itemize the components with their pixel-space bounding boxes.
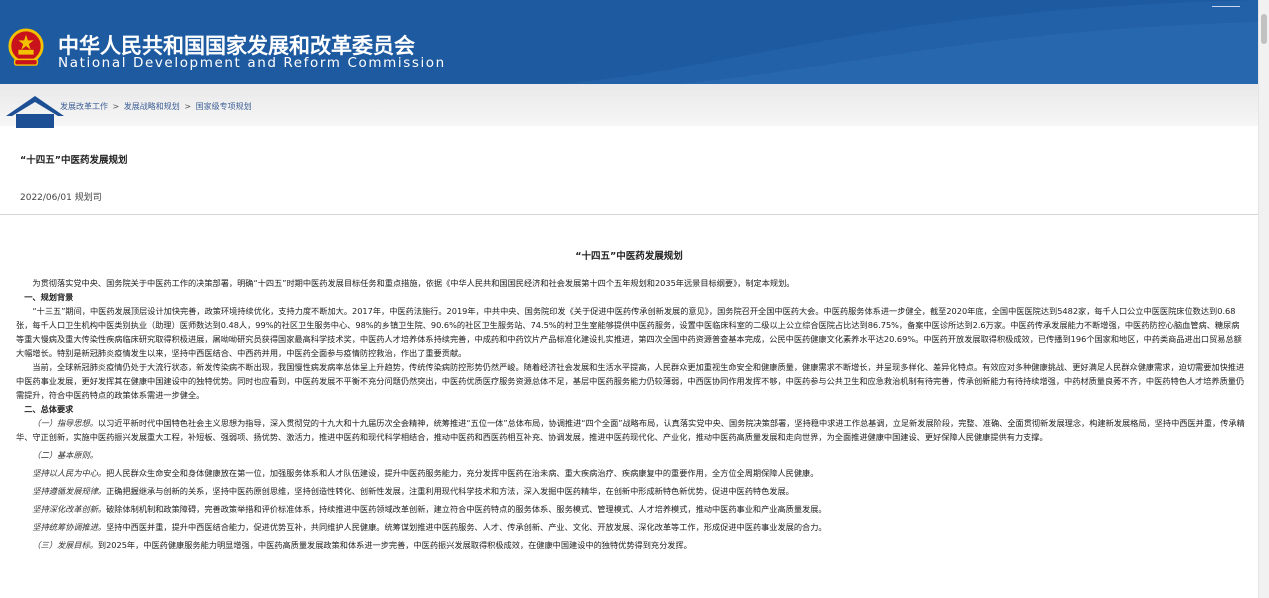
header-wave-decoration [558,0,1258,84]
paragraph-text: 破除体制机制和政策障碍，完善政策举措和评价标准体系，持续推进中医药领域改革创新，… [106,504,827,514]
paragraph-coordination: 坚持统筹协调推进。坚持中西医并重，提升中西医结合能力，促进优势互补，共同维护人民… [16,520,1246,534]
paragraph-text: 以习近平新时代中国特色社会主义思想为指导，深入贯彻党的十九大和十九届历次全会精神… [16,418,1245,442]
site-title-english[interactable]: National Development and Reform Commissi… [58,55,446,71]
paragraph-development-goals: （三）发展目标。到2025年，中医药健康服务能力明显增强，中医药高质量发展政策和… [16,538,1246,552]
paragraph-text: 正确把握继承与创新的关系，坚持中医药原创思维，坚持创造性转化、创新性发展，注重利… [106,486,794,496]
site-header: 中华人民共和国国家发展和改革委员会 National Development a… [0,0,1258,84]
breadcrumb-item-development-reform-work[interactable]: 发展改革工作 [60,102,108,111]
paragraph-preamble: 为贯彻落实党中央、国务院关于中医药工作的决策部署，明确“十四五”时期中医药发展目… [32,278,795,288]
paragraph-13th-five-year: “十三五”期间，中医药发展顶层设计加快完善，政策环境持续优化，支持力度不断加大。… [16,306,1242,358]
national-emblem-icon[interactable] [7,27,45,67]
article-divider [0,214,1258,215]
paragraph-text: 坚持中西医并重，提升中西医结合能力，促进优势互补，共同维护人民健康。统筹谋划推进… [106,522,827,532]
paragraph-development-laws: 坚持遵循发展规律。正确把握继承与创新的关系，坚持中医药原创思维，坚持创造性转化、… [16,484,1246,498]
paragraph-lead: （二）基本原则。 [32,450,98,460]
paragraph-text: 到2025年，中医药健康服务能力明显增强，中医药高质量发展政策和体系进一步完善，… [97,540,692,550]
paragraph-guiding-ideology: （一）指导思想。以习近平新时代中国特色社会主义思想为指导，深入贯彻党的十九大和十… [16,416,1246,444]
home-icon[interactable] [2,88,68,130]
paragraph-lead: 坚持遵循发展规律。 [32,486,107,496]
breadcrumb-item-national-special-plans[interactable]: 国家级专项规划 [196,102,252,111]
document-body: 为贯彻落实党中央、国务院关于中医药工作的决策部署，明确“十四五”时期中医药发展目… [16,276,1246,552]
paragraph-current-situation: 当前，全球新冠肺炎疫情仍处于大流行状态，新发传染病不断出现，我国慢性病发病率总体… [16,362,1245,400]
article-date: 2022/06/01 [20,193,72,203]
document-title: “十四五”中医药发展规划 [575,251,683,262]
breadcrumb: 发展改革工作 > 发展战略和规划 > 国家级专项规划 [60,101,252,112]
article-source: 规划司 [74,193,102,203]
paragraph-lead: （一）指导思想。 [32,418,98,428]
paragraph-lead: （三）发展目标。 [32,540,98,550]
paragraph-lead: 坚持以人民为中心。 [32,468,107,478]
section-heading-background: 一、规划背景 [24,292,74,302]
paragraph-people-centered: 坚持以人民为中心。把人民群众生命安全和身体健康放在第一位，加强服务体系和人才队伍… [16,466,1246,480]
section-heading-general-requirements: 二、总体要求 [24,404,74,414]
page-scrollbar[interactable] [1258,0,1269,598]
scrollbar-thumb[interactable] [1261,14,1267,44]
breadcrumb-separator: > [112,102,120,111]
paragraph-lead: 坚持统筹协调推进。 [32,522,107,532]
paragraph-text: 把人民群众生命安全和身体健康放在第一位，加强服务体系和人才队伍建设，提升中医药服… [106,468,819,478]
header-top-link[interactable] [1212,0,1240,7]
paragraph-lead: 坚持深化改革创新。 [32,504,107,514]
breadcrumb-separator: > [184,102,192,111]
article-title: “十四五”中医药发展规划 [20,155,128,166]
breadcrumb-item-strategy-planning[interactable]: 发展战略和规划 [124,102,180,111]
article-meta: 2022/06/01 规划司 [20,190,102,203]
paragraph-reform-innovation: 坚持深化改革创新。破除体制机制和政策障碍，完善政策举措和评价标准体系，持续推进中… [16,502,1246,516]
paragraph-basic-principles: （二）基本原则。 [16,448,1246,462]
